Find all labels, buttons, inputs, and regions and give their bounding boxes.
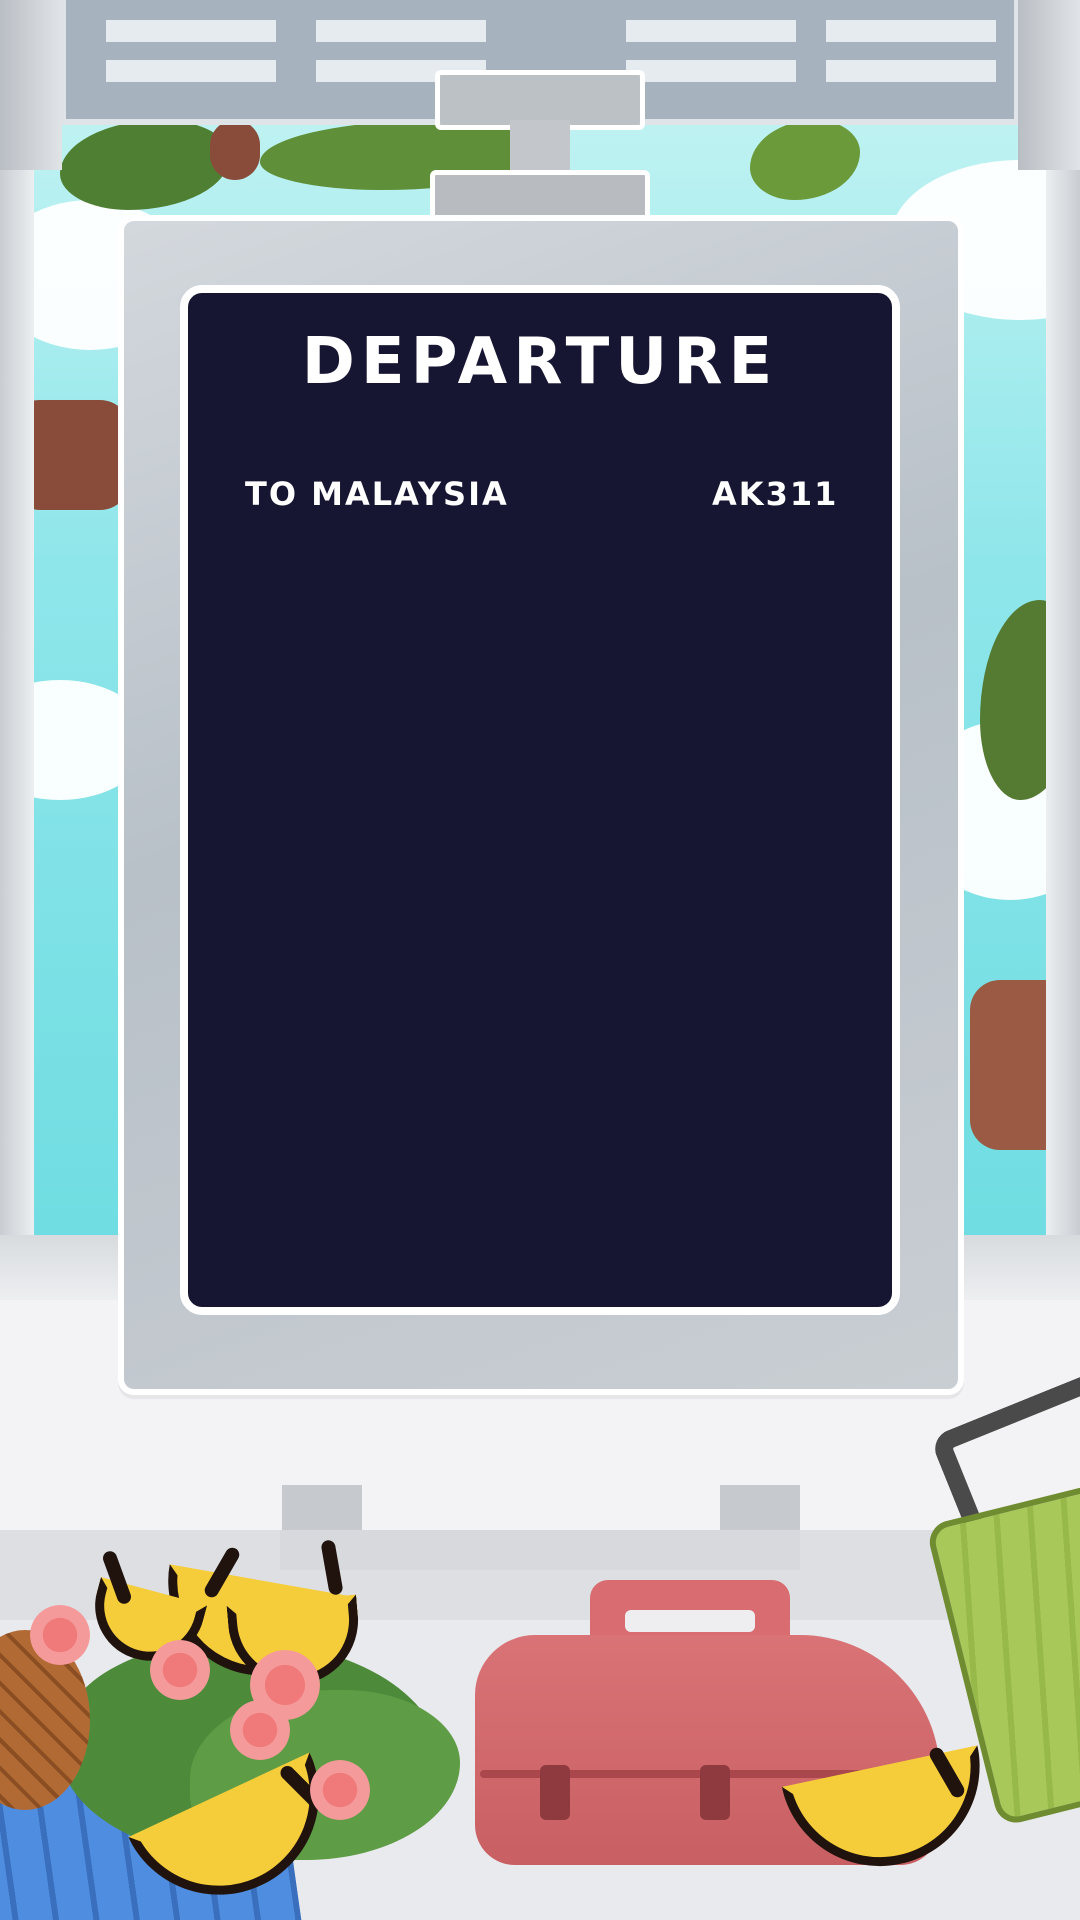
truss-slot [316,20,486,42]
board-destination: TO MALAYSIA [245,475,509,513]
tree-branch [30,400,130,510]
travel-bag-clasp [540,1765,570,1820]
window-frame-right [1046,0,1080,1300]
hibiscus-flower-icon [230,1700,290,1760]
truss-slot [106,20,276,42]
palm-leaf [750,120,860,200]
board-flight-code: AK311 [712,475,839,513]
truss-slot [826,20,996,42]
palm-leaf [60,120,230,210]
departure-board-screen [180,285,900,1315]
hibiscus-flower-icon [30,1605,90,1665]
hibiscus-flower-icon [310,1760,370,1820]
board-title: DEPARTURE [301,325,779,399]
hibiscus-flower-icon [150,1640,210,1700]
airport-scene: DEPARTURE TO MALAYSIA AK311 [0,0,1080,1920]
truss-slot [826,60,996,82]
travel-bag-handle-hole [625,1610,755,1632]
window-frame-left [0,0,34,1300]
truss-post-right [1018,0,1080,170]
truss-post-left [0,0,62,170]
truss-slot [106,60,276,82]
truss-slot [626,60,796,82]
travel-bag-clasp [700,1765,730,1820]
tree-branch [210,120,260,180]
truss-slot [626,20,796,42]
board-stand-bar [280,1530,800,1570]
